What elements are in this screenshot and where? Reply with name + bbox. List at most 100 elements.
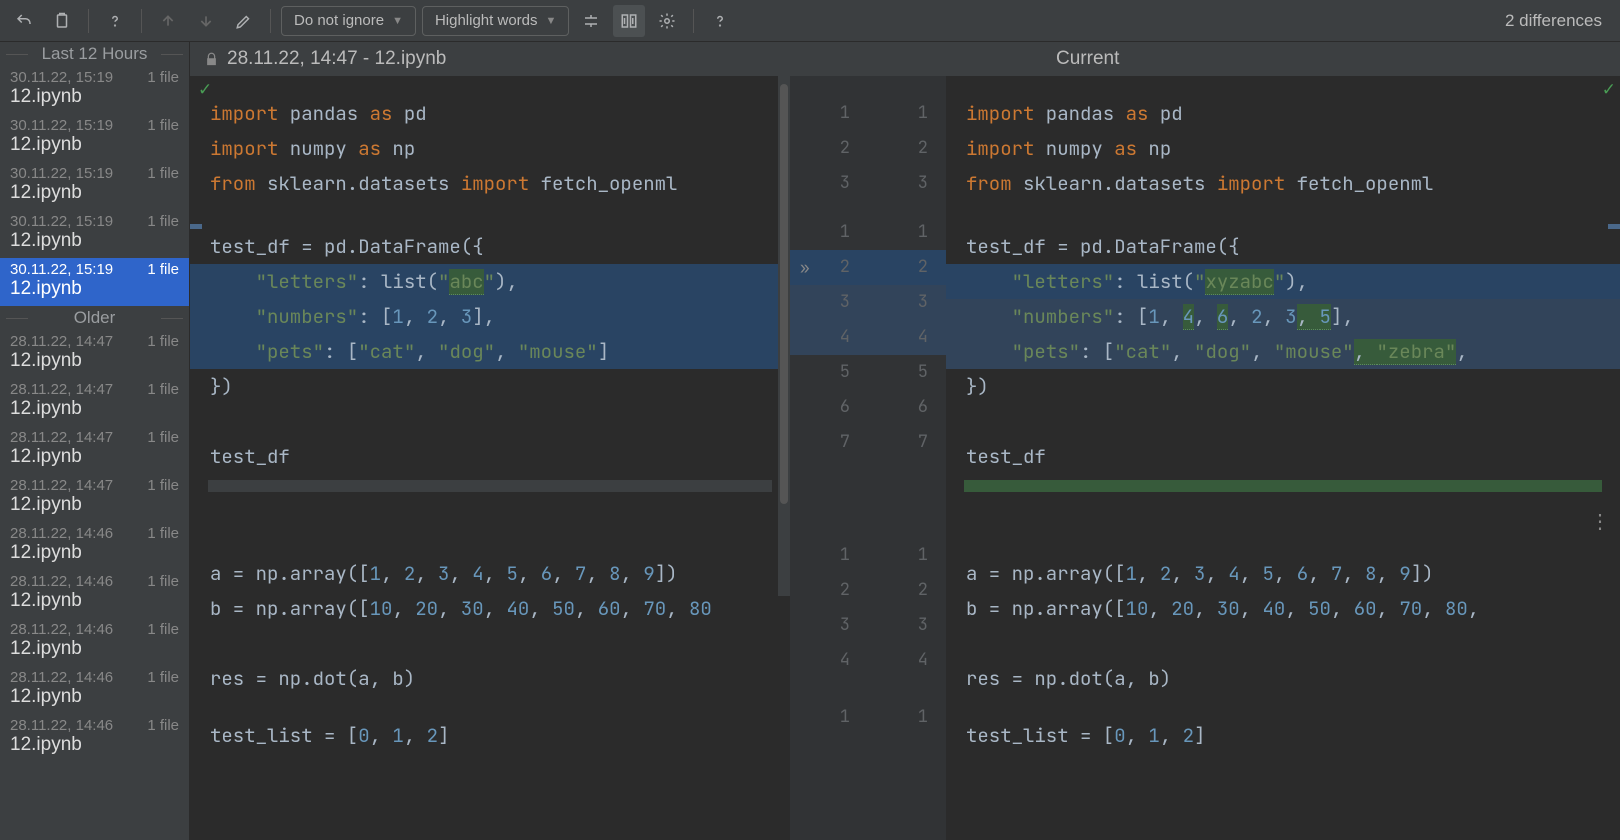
kebab-icon[interactable]: ⋮ xyxy=(1590,509,1610,534)
check-icon: ✓ xyxy=(198,80,212,100)
code-line[interactable]: a = np.array([1, 2, 3, 4, 5, 6, 7, 8, 9]… xyxy=(946,556,1620,591)
code-line[interactable] xyxy=(946,626,1620,661)
code-line[interactable]: test_list = [0, 1, 2] xyxy=(946,718,1620,753)
cell-output-band xyxy=(964,480,1602,492)
cell-output-band xyxy=(208,480,772,492)
code-line[interactable]: a = np.array([1, 2, 3, 4, 5, 6, 7, 8, 9]… xyxy=(190,556,790,591)
toolbar-separator xyxy=(693,9,694,33)
code-line[interactable] xyxy=(190,626,790,661)
collapse-icon[interactable] xyxy=(575,5,607,37)
code-line[interactable]: "numbers": [1, 4, 6, 2, 3, 5], xyxy=(946,299,1620,334)
code-line[interactable]: "pets": ["cat", "dog", "mouse"] xyxy=(190,334,790,369)
revision-meta: 1 file xyxy=(147,261,179,278)
code-line[interactable]: import pandas as pd xyxy=(946,96,1620,131)
gutter-line-number: 5 xyxy=(868,355,946,390)
gutter-line-number: 3 xyxy=(868,285,946,320)
code-line[interactable]: "letters": list("abc"), xyxy=(190,264,790,299)
main-toolbar: Do not ignore ▼ Highlight words ▼ 2 diff… xyxy=(0,0,1620,42)
code-line[interactable]: "pets": ["cat", "dog", "mouse", "zebra", xyxy=(946,334,1620,369)
gutter-line-number: 1 xyxy=(790,96,868,131)
sidebar-item[interactable]: 30.11.22, 15:191 file12.ipynb xyxy=(0,114,189,162)
toolbar-separator xyxy=(270,9,271,33)
ignore-dropdown-label: Do not ignore xyxy=(294,12,384,29)
code-line[interactable]: import pandas as pd xyxy=(190,96,790,131)
revision-file: 12.ipynb xyxy=(10,86,179,108)
sidebar-item[interactable]: 28.11.22, 14:471 file12.ipynb xyxy=(0,426,189,474)
gutter-line-number: 3 xyxy=(790,285,868,320)
revision-meta: 1 file xyxy=(147,669,179,686)
revision-meta: 1 file xyxy=(147,621,179,638)
revision-meta: 1 file xyxy=(147,381,179,398)
revision-date: 30.11.22, 15:19 xyxy=(10,165,113,182)
help-icon[interactable] xyxy=(704,5,736,37)
sidebar-item[interactable]: 28.11.22, 14:461 file12.ipynb xyxy=(0,666,189,714)
code-line[interactable]: test_df xyxy=(190,439,790,474)
revision-date: 28.11.22, 14:47 xyxy=(10,381,113,398)
code-line[interactable]: res = np.dot(a, b) xyxy=(190,661,790,696)
gutter-line-number: 2 xyxy=(868,250,946,285)
code-line[interactable]: test_df = pd.DataFrame({ xyxy=(946,229,1620,264)
gear-icon[interactable] xyxy=(651,5,683,37)
code-line[interactable]: from sklearn.datasets import fetch_openm… xyxy=(190,166,790,201)
revision-meta: 1 file xyxy=(147,213,179,230)
sidebar-item[interactable]: 30.11.22, 15:191 file12.ipynb xyxy=(0,210,189,258)
gutter-line-number: 5 xyxy=(790,355,868,390)
revision-meta: 1 file xyxy=(147,429,179,446)
undo-icon[interactable] xyxy=(8,5,40,37)
sidebar-item[interactable]: 28.11.22, 14:471 file12.ipynb xyxy=(0,378,189,426)
code-line[interactable]: test_list = [0, 1, 2] xyxy=(190,718,790,753)
code-line[interactable]: test_df xyxy=(946,439,1620,474)
ignore-dropdown[interactable]: Do not ignore ▼ xyxy=(281,6,416,36)
gutter-line-number: 4 xyxy=(868,643,946,678)
right-code-pane[interactable]: ✓ import pandas as pdimport numpy as npf… xyxy=(946,76,1620,840)
edit-icon[interactable] xyxy=(228,5,260,37)
revision-meta: 1 file xyxy=(147,717,179,734)
highlight-dropdown-label: Highlight words xyxy=(435,12,538,29)
revision-date: 28.11.22, 14:46 xyxy=(10,669,113,686)
sidebar-item[interactable]: 28.11.22, 14:471 file12.ipynb xyxy=(0,330,189,378)
revision-meta: 1 file xyxy=(147,333,179,350)
scrollbar[interactable] xyxy=(778,76,790,596)
code-line[interactable]: "letters": list("xyzabc"), xyxy=(946,264,1620,299)
revision-date: 30.11.22, 15:19 xyxy=(10,117,113,134)
revision-file: 12.ipynb xyxy=(10,278,179,300)
chevron-down-icon: ▼ xyxy=(546,15,557,27)
code-line[interactable]: import numpy as np xyxy=(190,131,790,166)
code-line[interactable] xyxy=(946,404,1620,439)
prev-diff-icon[interactable] xyxy=(152,5,184,37)
diff-count-label: 2 differences xyxy=(1505,11,1612,31)
sidebar-item[interactable]: 28.11.22, 14:471 file12.ipynb xyxy=(0,474,189,522)
sidebar-item[interactable]: 30.11.22, 15:19 1 file12.ipynb xyxy=(0,258,189,306)
revision-date: 28.11.22, 14:47 xyxy=(10,477,113,494)
code-line[interactable] xyxy=(190,404,790,439)
revision-file: 12.ipynb xyxy=(10,590,179,612)
sidebar-item[interactable]: 30.11.22, 15:191 file12.ipynb xyxy=(0,66,189,114)
sidebar-item[interactable]: 28.11.22, 14:461 file12.ipynb xyxy=(0,714,189,762)
sidebar-item[interactable]: 28.11.22, 14:461 file12.ipynb xyxy=(0,618,189,666)
sidebar-item[interactable]: 30.11.22, 15:191 file12.ipynb xyxy=(0,162,189,210)
revision-date: 30.11.22, 15:19 xyxy=(10,261,113,278)
sync-scroll-icon[interactable] xyxy=(613,5,645,37)
left-code-pane[interactable]: ✓ import pandas as pdimport numpy as npf… xyxy=(190,76,790,840)
toolbar-separator xyxy=(88,9,89,33)
code-line[interactable]: b = np.array([10, 20, 30, 40, 50, 60, 70… xyxy=(190,591,790,626)
code-line[interactable]: b = np.array([10, 20, 30, 40, 50, 60, 70… xyxy=(946,591,1620,626)
sidebar-item[interactable]: 28.11.22, 14:461 file12.ipynb xyxy=(0,522,189,570)
gutter-line-number: 3 xyxy=(790,608,868,643)
scrollbar-thumb[interactable] xyxy=(780,84,788,504)
code-line[interactable]: test_df = pd.DataFrame({ xyxy=(190,229,790,264)
code-line[interactable]: res = np.dot(a, b) xyxy=(946,661,1620,696)
code-line[interactable]: }) xyxy=(946,369,1620,404)
merge-arrow-icon[interactable]: » xyxy=(800,250,810,285)
code-line[interactable]: import numpy as np xyxy=(946,131,1620,166)
clipboard-icon[interactable] xyxy=(46,5,78,37)
code-line[interactable]: "numbers": [1, 2, 3], xyxy=(190,299,790,334)
gutter-line-number: 2 xyxy=(790,131,868,166)
code-line[interactable]: from sklearn.datasets import fetch_openm… xyxy=(946,166,1620,201)
highlight-dropdown[interactable]: Highlight words ▼ xyxy=(422,6,569,36)
code-line[interactable]: }) xyxy=(190,369,790,404)
sidebar-item[interactable]: 28.11.22, 14:461 file12.ipynb xyxy=(0,570,189,618)
gutter-line-number: 4 xyxy=(868,320,946,355)
next-diff-icon[interactable] xyxy=(190,5,222,37)
help-icon[interactable] xyxy=(99,5,131,37)
